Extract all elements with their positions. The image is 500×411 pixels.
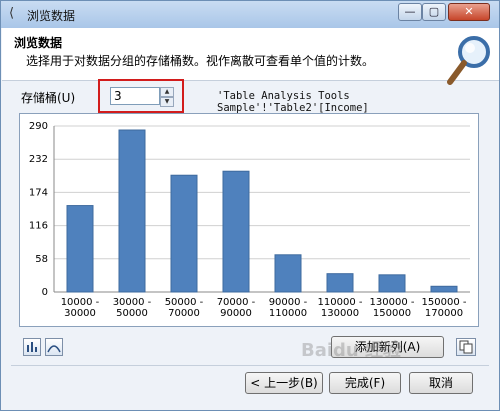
y-tick-label: 116 [29, 221, 48, 232]
y-tick-label: 290 [29, 121, 48, 132]
x-tick-label: 30000 - [113, 297, 152, 308]
x-tick-label: 50000 [116, 308, 148, 319]
separator [11, 365, 489, 366]
x-tick-label: 110000 [269, 308, 307, 319]
bins-input[interactable]: 3 [110, 87, 160, 105]
x-tick-label: 110000 - [318, 297, 363, 308]
x-tick-label: 70000 [168, 308, 200, 319]
bar-chart-view-button[interactable] [23, 338, 41, 356]
bins-stepper[interactable]: ▲ ▼ [160, 87, 174, 107]
source-reference: 'Table Analysis Tools Sample'!'Table2'[I… [217, 90, 369, 114]
stepper-down-icon[interactable]: ▼ [160, 97, 174, 107]
stepper-up-icon[interactable]: ▲ [160, 87, 174, 97]
x-tick-label: 90000 [220, 308, 252, 319]
histogram-chart: 290 232 174 116 58 0 10000 -30000 30000 -50000 5… [19, 113, 479, 327]
dialog-window: ⟨ 浏览数据 — ▢ ✕ 浏览数据 选择用于对数据分组的存储桶数。视作离散可查看… [0, 0, 500, 411]
bar[interactable] [118, 129, 146, 293]
y-tick-label: 174 [29, 187, 48, 198]
page-description: 选择用于对数据分组的存储桶数。视作离散可查看单个值的计数。 [26, 54, 375, 68]
minimize-button[interactable]: — [398, 3, 422, 21]
x-tick-label: 150000 - [422, 297, 467, 308]
x-tick-label: 70000 - [217, 297, 256, 308]
y-tick-label: 232 [29, 154, 48, 165]
back-button[interactable]: < 上一步(B) [245, 372, 323, 394]
y-tick-label: 58 [35, 254, 48, 265]
page-title: 浏览数据 [14, 36, 63, 50]
x-tick-label: 130000 - [370, 297, 415, 308]
watermark: Baidu 经验 [301, 340, 402, 361]
finish-button[interactable]: 完成(F) [329, 372, 401, 394]
copy-icon [459, 340, 473, 354]
bar-chart-icon [27, 342, 37, 352]
x-tick-label: 170000 [425, 308, 463, 319]
bar[interactable] [66, 205, 94, 293]
header-panel: 浏览数据 选择用于对数据分组的存储桶数。视作离散可查看单个值的计数。 [2, 28, 499, 81]
bar[interactable] [274, 254, 302, 293]
maximize-button[interactable]: ▢ [422, 3, 446, 21]
bins-label: 存储桶(U) [21, 91, 76, 105]
close-button[interactable]: ✕ [448, 3, 490, 21]
bar[interactable] [430, 285, 458, 293]
magnifier-icon [447, 36, 490, 85]
title-bar: ⟨ 浏览数据 — ▢ ✕ [1, 1, 499, 28]
x-tick-label: 90000 - [269, 297, 308, 308]
x-tick-label: 50000 - [165, 297, 204, 308]
curve-icon [47, 345, 61, 353]
cancel-button[interactable]: 取消 [409, 372, 473, 394]
window-title: 浏览数据 [27, 9, 76, 23]
chart-svg: 290 232 174 116 58 0 10000 -30000 30000 -50000 5… [29, 121, 470, 319]
x-tick-label: 150000 [373, 308, 411, 319]
x-tick-label: 10000 - [61, 297, 100, 308]
copy-button[interactable] [456, 338, 476, 356]
back-arrow-icon[interactable]: ⟨ [9, 7, 23, 21]
bar[interactable] [326, 273, 354, 293]
x-tick-label: 130000 [321, 308, 359, 319]
bar[interactable] [378, 274, 406, 293]
x-tick-label: 30000 [64, 308, 96, 319]
curve-view-button[interactable] [45, 338, 63, 356]
bar[interactable] [222, 170, 250, 293]
y-tick-label: 0 [42, 287, 48, 298]
bar[interactable] [170, 174, 198, 293]
